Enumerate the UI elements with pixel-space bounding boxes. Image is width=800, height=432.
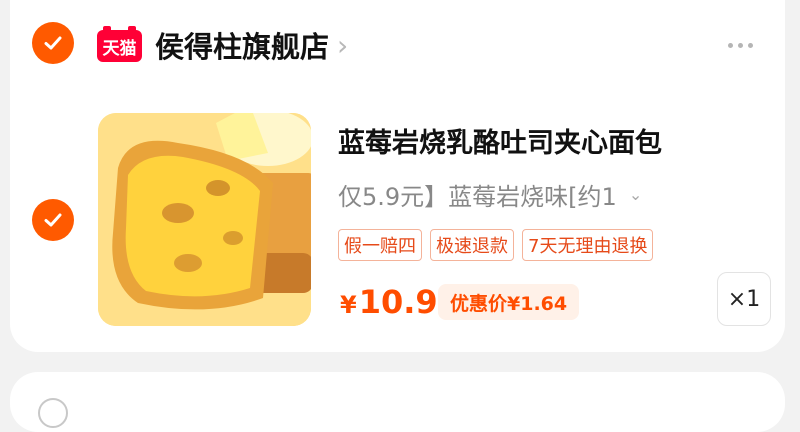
tmall-logo-ear-left	[103, 26, 111, 33]
price-value: 10.9	[358, 283, 438, 321]
tmall-logo-ear-right	[128, 26, 136, 33]
dot	[747, 42, 753, 48]
service-tag: 极速退款	[430, 229, 514, 261]
checkmark-icon	[44, 213, 62, 227]
dot	[727, 42, 733, 48]
store-select-checkbox[interactable]	[32, 22, 74, 64]
product-title[interactable]: 蓝莓岩烧乳酪吐司夹心面包	[338, 121, 662, 160]
price: ¥ 10.9	[340, 283, 438, 321]
quantity-button[interactable]: ×1	[717, 272, 771, 326]
service-tags: 假一赔四 极速退款 7天无理由退换	[338, 229, 654, 261]
dot	[737, 42, 743, 48]
service-tag: 7天无理由退换	[522, 229, 654, 261]
product-image[interactable]	[98, 113, 311, 326]
toast-bread-image	[98, 113, 311, 326]
sku-selector[interactable]: 仅5.9元】蓝莓岩烧味[约1 ⌄	[338, 176, 642, 212]
price-currency: ¥	[340, 291, 357, 319]
chevron-right-icon: ›	[337, 28, 349, 62]
checkmark-icon	[44, 36, 62, 50]
chevron-down-icon: ⌄	[628, 184, 643, 204]
tmall-logo: 天猫	[97, 26, 142, 62]
next-store-card	[10, 372, 785, 432]
store-name-link[interactable]: 侯得柱旗舰店 ›	[155, 24, 348, 66]
service-tag: 假一赔四	[338, 229, 422, 261]
sku-text: 仅5.9元】蓝莓岩烧味[约1	[338, 182, 617, 211]
store-name: 侯得柱旗舰店	[155, 30, 330, 64]
more-options-icon[interactable]	[720, 30, 760, 60]
discount-badge[interactable]: 优惠价¥1.64	[438, 284, 580, 320]
tmall-badge-text: 天猫	[102, 38, 137, 59]
cart-store-card: 天猫 侯得柱旗舰店 › 蓝莓岩烧乳酪吐司夹心面包 仅5.9元】蓝莓岩烧味[约1 …	[10, 0, 785, 352]
next-store-checkbox[interactable]	[38, 398, 68, 428]
item-select-checkbox[interactable]	[32, 199, 74, 241]
